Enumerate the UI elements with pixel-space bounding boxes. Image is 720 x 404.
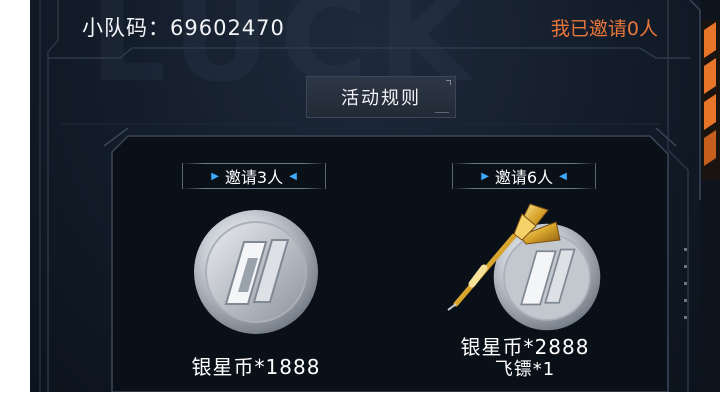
bottom-margin xyxy=(0,392,720,404)
tier-label: 邀请3人 xyxy=(224,168,284,187)
activity-rules-label: 活动规则 xyxy=(341,88,421,109)
tier-arrow-right-icon: ▶ xyxy=(211,170,219,182)
side-dots xyxy=(684,248,688,333)
reward-item: 银星币*2888 xyxy=(460,335,590,359)
tier-arrow-right-icon: ▶ xyxy=(481,170,489,182)
invited-count: 我已邀请0人 xyxy=(550,18,658,40)
reward-item: 飞镖*1 xyxy=(494,359,556,380)
reward-item: 银星币*1888 xyxy=(191,355,321,379)
game-screen: LUCK 小队码：69602470 我已邀请0人 活动规则 ▶ 邀请3人 ◀ 银… xyxy=(0,0,720,404)
gold-dart-icon xyxy=(447,203,561,311)
corner-accent xyxy=(446,80,451,85)
left-margin xyxy=(0,0,30,404)
tier-arrow-left-icon: ◀ xyxy=(559,170,567,182)
activity-rules-button[interactable]: 活动规则 xyxy=(306,76,456,118)
side-accent-panel xyxy=(689,0,720,392)
tier-tag-3: ▶ 邀请3人 ◀ xyxy=(182,163,326,189)
tier-label: 邀请6人 xyxy=(494,168,554,187)
tier-tag-6: ▶ 邀请6人 ◀ xyxy=(452,163,596,189)
tick-accent xyxy=(435,112,449,113)
team-code: 小队码：69602470 xyxy=(82,16,285,40)
tier-arrow-left-icon: ◀ xyxy=(289,170,297,182)
silver-coin-icon xyxy=(194,210,318,334)
